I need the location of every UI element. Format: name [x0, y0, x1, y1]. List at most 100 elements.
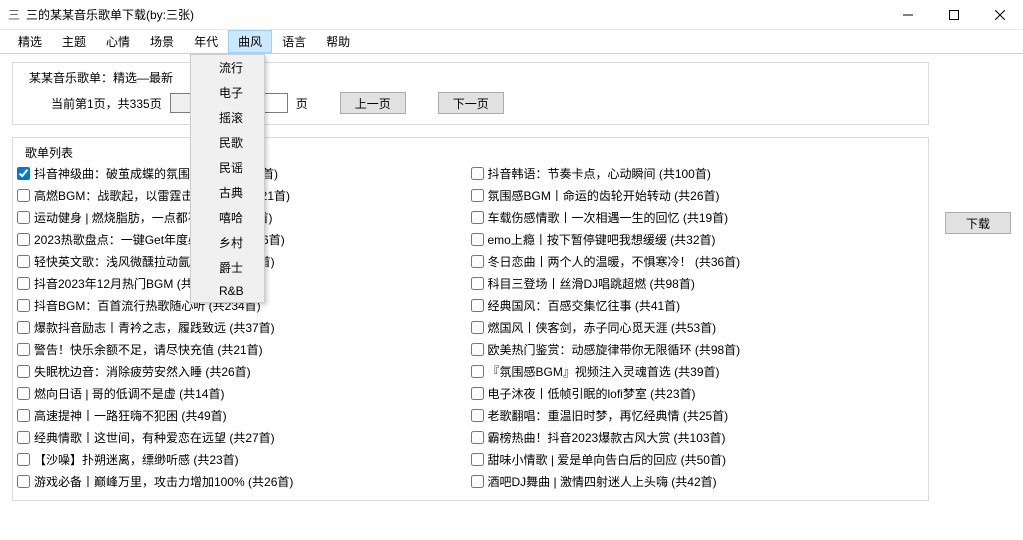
playlist-checkbox[interactable] [17, 453, 30, 466]
playlist-item[interactable]: 爆款抖音励志丨青衿之志，履践致远 (共37首) [17, 319, 471, 336]
next-page-button[interactable]: 下一页 [438, 92, 504, 114]
playlist-item[interactable]: 【沙噪】扑朔迷离，缥缈听感 (共23首) [17, 451, 471, 468]
playlist-item[interactable]: 高速提神丨一路狂嗨不犯困 (共49首) [17, 407, 471, 424]
playlist-checkbox[interactable] [471, 233, 484, 246]
playlist-label: 科目三登场丨丝滑DJ唱跳超燃 (共98首) [488, 275, 695, 292]
playlist-label: 经典国风：百感交集忆往事 (共41首) [488, 297, 681, 314]
menubar: 精选 主题 心情 场景 年代 曲风 语言 帮助 [0, 30, 1023, 54]
playlist-label: 甜味小情歌 | 爱是单向告白后的回应 (共50首) [488, 451, 726, 468]
playlist-item[interactable]: 冬日恋曲丨两个人的温暖，不惧寒冷！ (共36首) [471, 253, 925, 270]
playlist-item[interactable]: 失眠枕边音：消除疲劳安然入睡 (共26首) [17, 363, 471, 380]
playlist-checkbox[interactable] [471, 189, 484, 202]
playlist-item[interactable]: 车载伤感情歌丨一次相遇一生的回忆 (共19首) [471, 209, 925, 226]
playlist-checkbox[interactable] [17, 365, 30, 378]
playlist-checkbox[interactable] [17, 431, 30, 444]
window-controls [885, 0, 1023, 30]
playlist-checkbox[interactable] [17, 321, 30, 334]
playlist-item[interactable]: 电子沐夜丨低帧引眠的lofi梦室 (共23首) [471, 385, 925, 402]
playlist-item[interactable]: 酒吧DJ舞曲 | 激情四射迷人上头嗨 (共42首) [471, 473, 925, 490]
playlist-group: 歌单列表 抖音神级曲：破茧成蝶的氛围感BGM (共22首)高燃BGM：战歌起，以… [12, 137, 929, 501]
playlist-label: 欧美热门鉴赏：动感旋律带你无限循环 (共98首) [488, 341, 741, 358]
playlist-checkbox[interactable] [17, 387, 30, 400]
page-unit: 页 [296, 95, 308, 112]
titlebar: 三 三的某某音乐歌单下载(by:三张) [0, 0, 1023, 30]
playlist-checkbox[interactable] [471, 321, 484, 334]
playlist-checkbox[interactable] [471, 475, 484, 488]
dropdown-item[interactable]: R&B [191, 280, 264, 302]
playlist-item[interactable]: emo上瘾丨按下暂停键吧我想缓缓 (共32首) [471, 231, 925, 248]
playlist-label: 爆款抖音励志丨青衿之志，履践致远 (共37首) [34, 319, 275, 336]
playlist-label: emo上瘾丨按下暂停键吧我想缓缓 (共32首) [488, 231, 716, 248]
playlist-label: 霸榜热曲！抖音2023爆款古风大赏 (共103首) [488, 429, 726, 446]
menu-mood[interactable]: 心情 [96, 30, 140, 53]
dropdown-item[interactable]: 古典 [191, 180, 264, 205]
dropdown-item[interactable]: 流行 [191, 55, 264, 80]
playlist-columns: 抖音神级曲：破茧成蝶的氛围感BGM (共22首)高燃BGM：战歌起，以雷霆击碎黑… [17, 165, 924, 490]
maximize-button[interactable] [931, 0, 977, 30]
playlist-checkbox[interactable] [17, 189, 30, 202]
prev-page-button[interactable]: 上一页 [340, 92, 406, 114]
playlist-item[interactable]: 『氛围感BGM』视频注入灵魂首选 (共39首) [471, 363, 925, 380]
menu-theme[interactable]: 主题 [52, 30, 96, 53]
playlist-item[interactable]: 抖音韩语：节奏卡点，心动瞬间 (共100首) [471, 165, 925, 182]
menu-style[interactable]: 曲风 [228, 30, 272, 53]
playlist-checkbox[interactable] [17, 167, 30, 180]
playlist-checkbox[interactable] [17, 299, 30, 312]
playlist-checkbox[interactable] [17, 475, 30, 488]
playlist-checkbox[interactable] [471, 387, 484, 400]
playlist-checkbox[interactable] [471, 365, 484, 378]
playlist-checkbox[interactable] [471, 299, 484, 312]
playlist-checkbox[interactable] [471, 409, 484, 422]
playlist-label: 【沙噪】扑朔迷离，缥缈听感 (共23首) [34, 451, 239, 468]
playlist-checkbox[interactable] [471, 343, 484, 356]
window-title: 三的某某音乐歌单下载(by:三张) [26, 6, 885, 23]
playlist-checkbox[interactable] [471, 167, 484, 180]
menu-era[interactable]: 年代 [184, 30, 228, 53]
playlist-label: 抖音韩语：节奏卡点，心动瞬间 (共100首) [488, 165, 711, 182]
dropdown-item[interactable]: 民谣 [191, 155, 264, 180]
menu-language[interactable]: 语言 [272, 30, 316, 53]
playlist-item[interactable]: 科目三登场丨丝滑DJ唱跳超燃 (共98首) [471, 275, 925, 292]
playlist-item[interactable]: 霸榜热曲！抖音2023爆款古风大赏 (共103首) [471, 429, 925, 446]
playlist-checkbox[interactable] [471, 255, 484, 268]
menu-scene[interactable]: 场景 [140, 30, 184, 53]
playlist-checkbox[interactable] [17, 233, 30, 246]
close-button[interactable] [977, 0, 1023, 30]
menu-help[interactable]: 帮助 [316, 30, 360, 53]
dropdown-item[interactable]: 摇滚 [191, 105, 264, 130]
dropdown-item[interactable]: 嘻哈 [191, 205, 264, 230]
playlist-checkbox[interactable] [17, 343, 30, 356]
playlist-checkbox[interactable] [17, 409, 30, 422]
playlist-label: 电子沐夜丨低帧引眠的lofi梦室 (共23首) [488, 385, 696, 402]
playlist-checkbox[interactable] [17, 255, 30, 268]
playlist-item[interactable]: 氛围感BGM丨命运的齿轮开始转动 (共26首) [471, 187, 925, 204]
menu-featured[interactable]: 精选 [8, 30, 52, 53]
playlist-label: 燃国风丨侠客剑，赤子同心觅天涯 (共53首) [488, 319, 717, 336]
dropdown-item[interactable]: 电子 [191, 80, 264, 105]
playlist-item[interactable]: 警告！快乐余额不足，请尽快充值 (共21首) [17, 341, 471, 358]
playlist-item[interactable]: 甜味小情歌 | 爱是单向告白后的回应 (共50首) [471, 451, 925, 468]
playlist-item[interactable]: 燃向日语 | 哥的低调不是虚 (共14首) [17, 385, 471, 402]
playlist-item[interactable]: 老歌翻唱：重温旧时梦，再忆经典情 (共25首) [471, 407, 925, 424]
playlist-checkbox[interactable] [17, 277, 30, 290]
playlist-checkbox[interactable] [471, 211, 484, 224]
dropdown-item[interactable]: 民歌 [191, 130, 264, 155]
playlist-item[interactable]: 欧美热门鉴赏：动感旋律带你无限循环 (共98首) [471, 341, 925, 358]
download-button[interactable]: 下载 [945, 212, 1011, 234]
playlist-checkbox[interactable] [471, 453, 484, 466]
group-title: 某某音乐歌单：精选—最新 [25, 69, 177, 86]
playlist-item[interactable]: 经典国风：百感交集忆往事 (共41首) [471, 297, 925, 314]
content: 某某音乐歌单：精选—最新 当前第1页，共335页 页 上一页 下一页 歌单列表 … [0, 54, 1023, 509]
playlist-item[interactable]: 经典情歌丨这世间，有种爱恋在远望 (共27首) [17, 429, 471, 446]
playlist-checkbox[interactable] [471, 431, 484, 444]
dropdown-item[interactable]: 乡村 [191, 230, 264, 255]
dropdown-item[interactable]: 爵士 [191, 255, 264, 280]
playlist-checkbox[interactable] [471, 277, 484, 290]
playlist-label: 车载伤感情歌丨一次相遇一生的回忆 (共19首) [488, 209, 729, 226]
playlist-checkbox[interactable] [17, 211, 30, 224]
playlist-label: 燃向日语 | 哥的低调不是虚 (共14首) [34, 385, 224, 402]
list-title: 歌单列表 [21, 144, 77, 161]
minimize-button[interactable] [885, 0, 931, 30]
playlist-item[interactable]: 游戏必备丨巅峰万里，攻击力增加100% (共26首) [17, 473, 471, 490]
playlist-item[interactable]: 燃国风丨侠客剑，赤子同心觅天涯 (共53首) [471, 319, 925, 336]
